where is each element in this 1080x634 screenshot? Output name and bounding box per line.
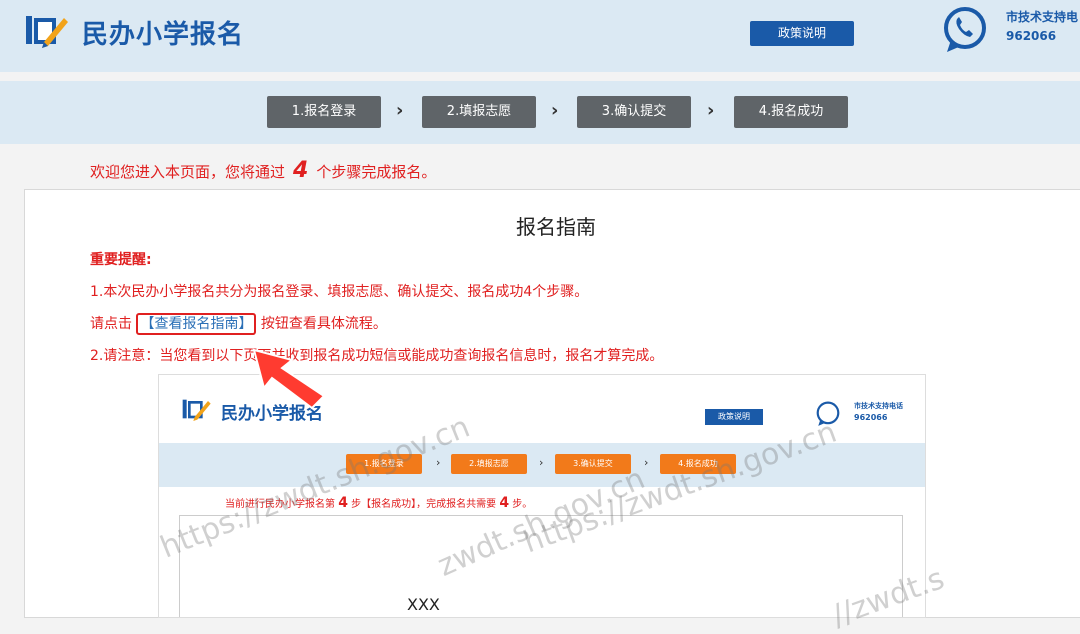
step-confirm-submit[interactable]: 3.确认提交: [577, 96, 691, 128]
phone-chat-icon[interactable]: [941, 6, 989, 54]
preview-notice-mid: 步【报名成功】，完成报名共需要: [351, 499, 497, 510]
step-bar: [0, 81, 1080, 144]
preview-notice-step: 4: [338, 495, 348, 511]
step-fill-preference[interactable]: 2.填报志愿: [422, 96, 536, 128]
preview-support-label: 市技术支持电话: [854, 402, 903, 410]
support-label: 市技术支持电: [1006, 10, 1079, 24]
step-success[interactable]: 4.报名成功: [734, 96, 848, 128]
support-number: 962066: [1006, 29, 1057, 43]
preview-placeholder-text: XXX: [407, 595, 440, 614]
welcome-text-before: 欢迎您进入本页面，您将通过: [90, 163, 286, 181]
guide-line-2-after: 按钮查看具体流程。: [260, 316, 387, 332]
step-arrow-icon: ›: [644, 456, 649, 469]
guide-line-2-before: 请点击: [90, 316, 132, 332]
preview-policy-button: 政策说明: [705, 409, 763, 425]
red-arrow-pointer-icon: [252, 348, 326, 410]
welcome-message: 欢迎您进入本页面，您将通过 4 个步骤完成报名。: [90, 158, 436, 183]
step-arrow-icon: ›: [707, 100, 715, 121]
step-arrow-icon: ›: [396, 100, 404, 121]
welcome-text-after: 个步骤完成报名。: [316, 163, 437, 181]
book-pencil-icon: [182, 399, 211, 421]
preview-notice-total: 4: [499, 495, 510, 511]
preview-step: 2.填报志愿: [451, 454, 527, 474]
step-arrow-icon: ›: [436, 456, 441, 469]
guide-title: 报名指南: [516, 215, 596, 239]
preview-support-number: 962066: [854, 413, 888, 422]
guide-line-2: 请点击 【查看报名指南】 按钮查看具体流程。: [90, 313, 387, 335]
book-pencil-icon: [26, 16, 68, 48]
site-title: 民办小学报名: [82, 20, 245, 50]
policy-button[interactable]: 政策说明: [750, 21, 854, 46]
guide-line-1: 1.本次民办小学报名共分为报名登录、填报志愿、确认提交、报名成功4个步骤。: [90, 284, 589, 300]
step-arrow-icon: ›: [551, 100, 559, 121]
step-arrow-icon: ›: [539, 456, 544, 469]
view-guide-link[interactable]: 【查看报名指南】: [136, 313, 257, 335]
step-login[interactable]: 1.报名登录: [267, 96, 381, 128]
important-heading: 重要提醒:: [90, 252, 152, 268]
welcome-step-count: 4: [293, 158, 309, 183]
guide-line-3: 2.请注意：当您看到以下页面并收到报名成功短信或能成功查询报名信息时，报名才算完…: [90, 348, 664, 364]
